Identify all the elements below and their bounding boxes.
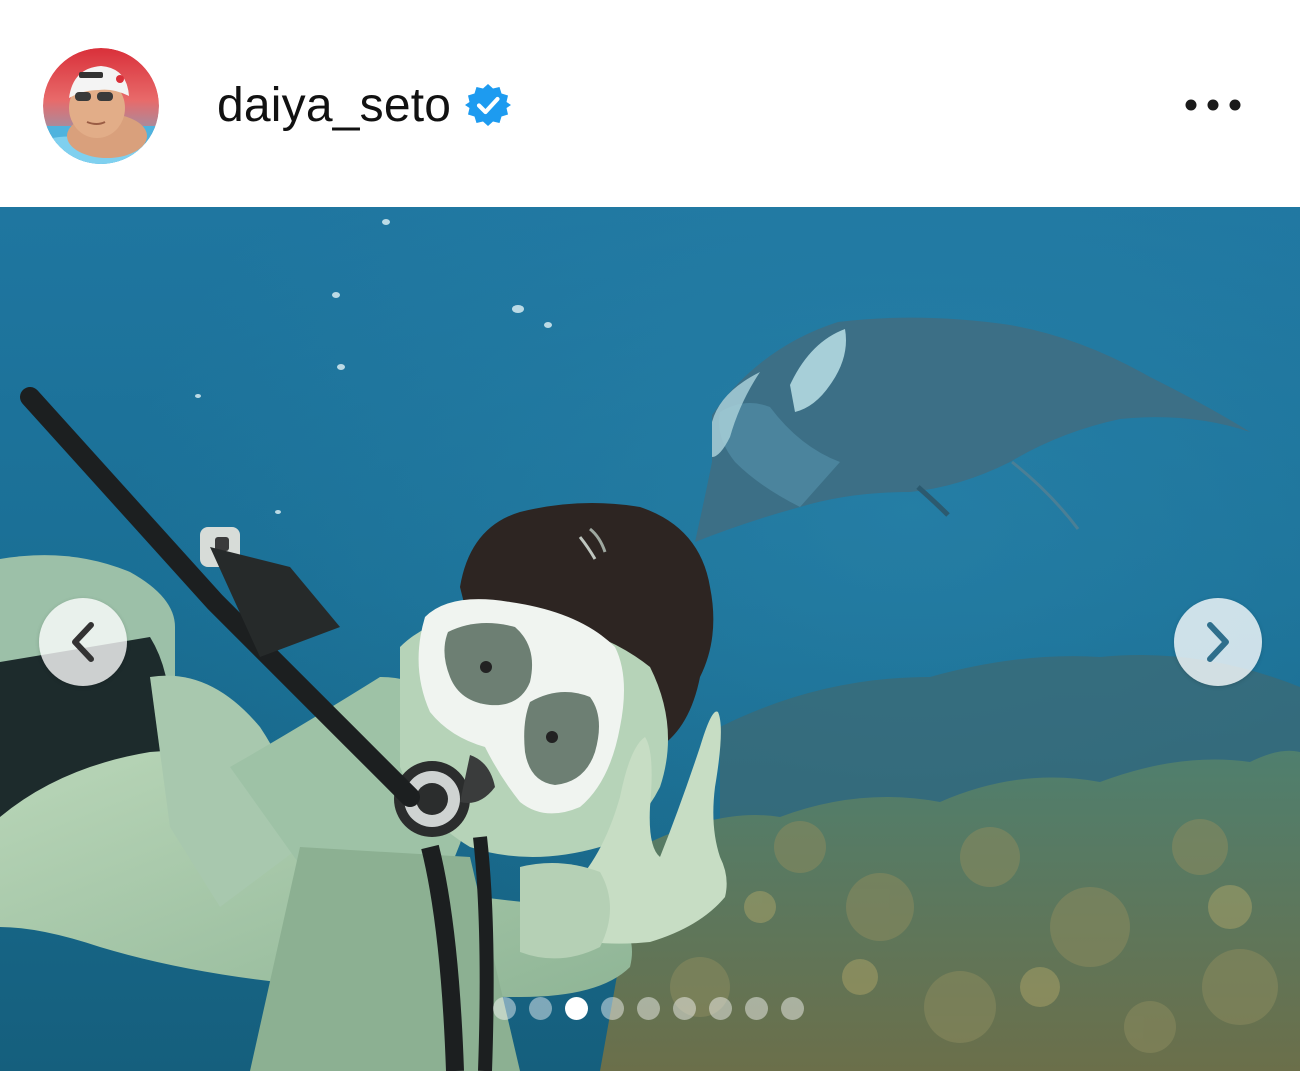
underwater-photo [0,207,1300,1071]
post-header: daiya_seto [0,0,1300,207]
username-row: daiya_seto [217,72,512,138]
next-slide-button[interactable] [1174,598,1262,686]
chevron-left-icon [72,622,94,662]
avatar-image [43,48,159,164]
carousel-dot[interactable] [601,996,624,1020]
post-media-carousel[interactable] [0,207,1300,1071]
carousel-indicator [493,996,804,1020]
more-options-icon [1185,99,1241,111]
carousel-dot[interactable] [781,996,804,1020]
carousel-dot[interactable] [637,996,660,1020]
carousel-dot[interactable] [673,996,696,1020]
instagram-post: daiya_seto [0,0,1300,1071]
more-options-button[interactable] [1180,84,1246,126]
chevron-right-icon [1207,622,1229,662]
carousel-dot[interactable] [493,996,516,1020]
carousel-dot-active[interactable] [565,996,588,1020]
profile-avatar[interactable] [43,48,159,164]
username[interactable]: daiya_seto [217,78,451,133]
carousel-dot[interactable] [709,996,732,1020]
verified-badge-icon [465,82,512,128]
carousel-dot[interactable] [529,996,552,1020]
carousel-dot[interactable] [745,996,768,1020]
previous-slide-button[interactable] [39,598,127,686]
